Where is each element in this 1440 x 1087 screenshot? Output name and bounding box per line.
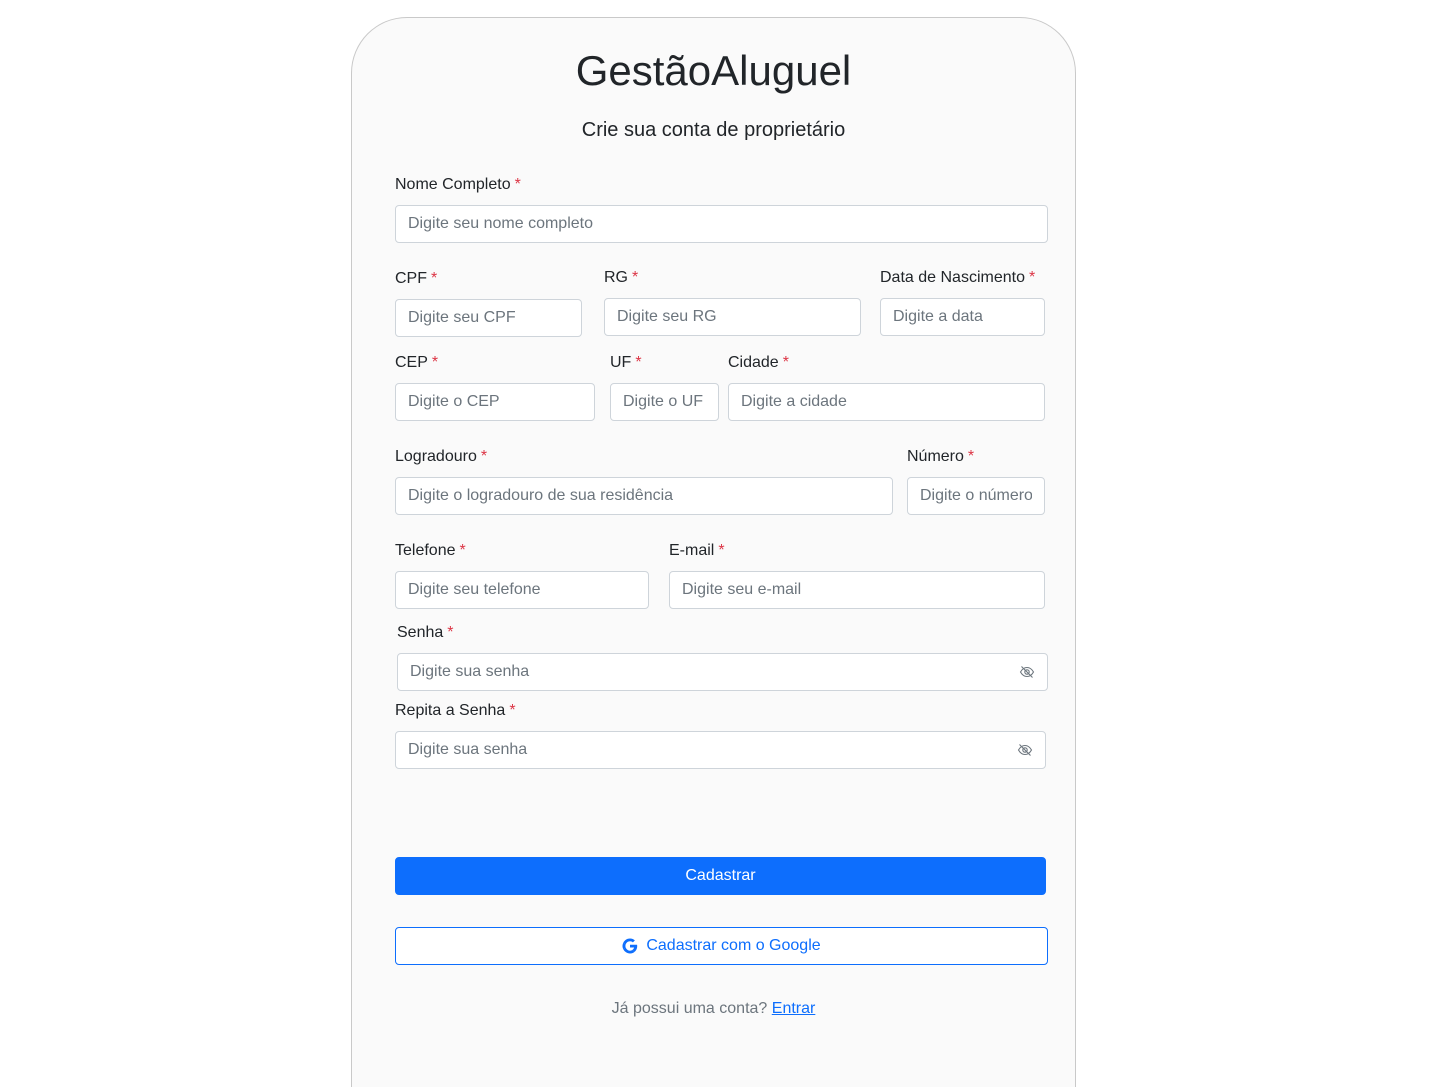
logradouro-input[interactable] <box>395 477 893 515</box>
repita-senha-label-text: Repita a Senha <box>395 702 506 719</box>
app-title: GestãoAluguel <box>575 47 852 94</box>
entrar-link[interactable]: Entrar <box>772 1000 816 1017</box>
google-signup-button[interactable]: Cadastrar com o Google <box>395 927 1048 965</box>
cep-input[interactable] <box>395 383 595 421</box>
required-mark: * <box>459 542 466 559</box>
cidade-label-text: Cidade <box>728 354 779 371</box>
repita-senha-field <box>395 731 1046 769</box>
login-prompt-text: Já possui uma conta? <box>611 1000 768 1017</box>
required-mark: * <box>1028 269 1036 286</box>
required-mark: * <box>431 270 438 287</box>
nascimento-label-text: Data de Nascimento <box>880 269 1025 286</box>
email-input[interactable] <box>669 571 1045 609</box>
nascimento-label: Data de Nascimento * <box>880 268 1035 288</box>
cpf-label-text: CPF <box>395 270 427 287</box>
telefone-label-text: Telefone <box>395 542 456 559</box>
numero-label-text: Número <box>907 448 964 465</box>
rg-input[interactable] <box>604 298 861 336</box>
cep-label: CEP * <box>395 353 438 373</box>
email-label: E-mail * <box>669 541 725 561</box>
required-mark: * <box>632 269 639 286</box>
nascimento-input[interactable] <box>880 298 1045 336</box>
logradouro-label: Logradouro * <box>395 447 487 467</box>
senha-label-text: Senha <box>397 624 444 641</box>
required-mark: * <box>967 448 975 465</box>
cpf-input[interactable] <box>395 299 582 337</box>
uf-input[interactable] <box>610 383 719 421</box>
nome-label-text: Nome Completo <box>395 176 511 193</box>
senha-label: Senha * <box>397 623 454 643</box>
repita-senha-label: Repita a Senha * <box>395 701 516 721</box>
email-label-text: E-mail <box>669 542 715 559</box>
required-mark: * <box>718 542 725 559</box>
cidade-label: Cidade * <box>728 353 789 373</box>
required-mark: * <box>447 624 454 641</box>
telefone-label: Telefone * <box>395 541 466 561</box>
senha-field <box>397 653 1048 691</box>
signup-card: GestãoAluguel Crie sua conta de propriet… <box>351 17 1076 1087</box>
uf-label: UF * <box>610 353 642 373</box>
repita-senha-input[interactable] <box>396 732 1001 768</box>
nome-input[interactable] <box>395 205 1048 243</box>
required-mark: * <box>782 354 789 371</box>
cep-label-text: CEP <box>395 354 428 371</box>
logradouro-label-text: Logradouro <box>395 448 477 465</box>
login-prompt: Já possui uma conta? Entrar <box>352 999 1075 1019</box>
numero-input[interactable] <box>907 477 1045 515</box>
uf-label-text: UF <box>610 354 632 371</box>
required-mark: * <box>480 448 488 465</box>
required-mark: * <box>635 354 642 371</box>
cadastrar-button[interactable]: Cadastrar <box>395 857 1046 895</box>
senha-input[interactable] <box>398 654 1003 690</box>
numero-label: Número * <box>907 447 974 467</box>
cidade-input[interactable] <box>728 383 1045 421</box>
google-button-label: Cadastrar com o Google <box>646 937 821 954</box>
rg-label-text: RG <box>604 269 628 286</box>
nome-label: Nome Completo * <box>395 175 521 195</box>
google-icon <box>622 938 638 954</box>
telefone-input[interactable] <box>395 571 649 609</box>
eye-slash-icon[interactable] <box>1017 742 1033 758</box>
required-mark: * <box>431 354 439 371</box>
required-mark: * <box>509 702 516 719</box>
required-mark: * <box>514 176 521 193</box>
cpf-label: CPF * <box>395 269 437 289</box>
eye-slash-icon[interactable] <box>1019 664 1035 680</box>
rg-label: RG * <box>604 268 638 288</box>
page-subtitle: Crie sua conta de proprietário <box>581 119 846 141</box>
